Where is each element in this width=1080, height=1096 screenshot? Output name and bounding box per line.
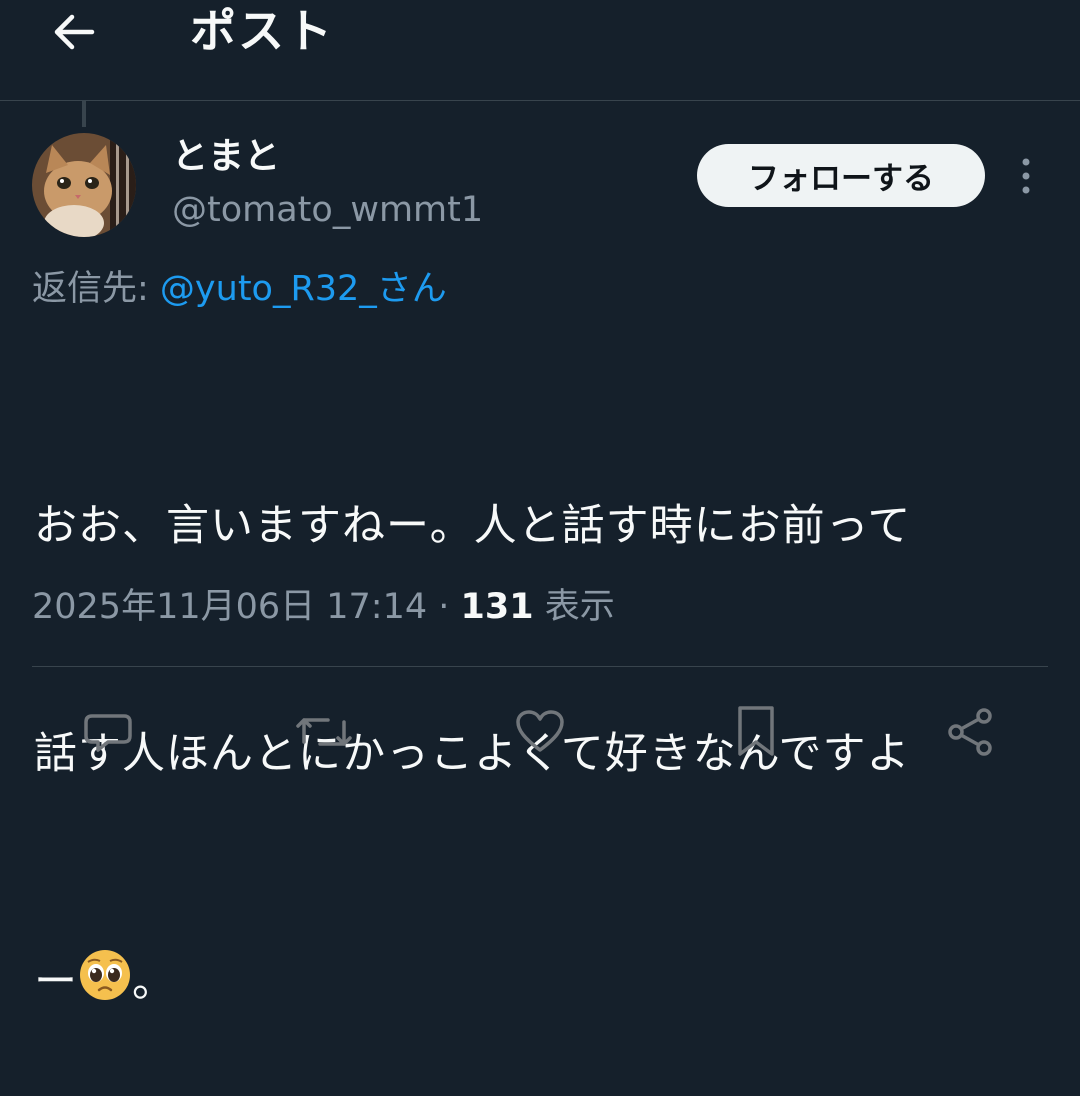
bookmark-icon xyxy=(738,706,774,756)
back-button[interactable] xyxy=(46,8,102,56)
mention-link[interactable]: @yuto_R32_さん xyxy=(160,269,447,309)
tweet-text-period: 。 xyxy=(132,957,176,1007)
follow-button[interactable]: フォローする xyxy=(697,144,985,207)
replying-to-prefix: 返信先: xyxy=(32,269,160,309)
thread-connector-line xyxy=(82,101,86,127)
tweet-meta: 2025年11月06日 17:14 · 131 表示 xyxy=(32,584,615,630)
reply-icon xyxy=(84,714,132,752)
top-bar: ポスト xyxy=(0,0,1080,101)
tweet-text-line: おお、言いますねー。人と話す時にお前って xyxy=(34,501,912,551)
user-display-name[interactable]: とまと xyxy=(172,134,280,180)
meta-separator: · xyxy=(427,587,461,627)
pleading-face-emoji-icon xyxy=(80,950,130,1000)
timestamp[interactable]: 2025年11月06日 17:14 xyxy=(32,587,427,627)
tweet-text-line: ー 。 xyxy=(34,944,1044,1020)
cat-avatar-icon xyxy=(32,133,136,237)
retweet-button[interactable] xyxy=(288,690,360,774)
like-icon xyxy=(516,710,564,752)
replying-to-line: 返信先: @yuto_R32_さん xyxy=(32,266,447,312)
share-icon xyxy=(948,708,992,756)
more-options-button[interactable] xyxy=(1008,152,1044,200)
arrow-left-icon xyxy=(54,14,95,50)
more-vertical-icon xyxy=(1022,158,1030,194)
views-label: 表示 xyxy=(533,587,615,627)
user-handle[interactable]: @tomato_wmmt1 xyxy=(172,188,483,232)
page-title: ポスト xyxy=(190,4,334,58)
bookmark-button[interactable] xyxy=(720,690,792,774)
share-button[interactable] xyxy=(934,690,1006,774)
views-count[interactable]: 131 xyxy=(461,587,534,627)
retweet-icon xyxy=(296,718,352,746)
like-button[interactable] xyxy=(504,690,576,774)
action-bar xyxy=(0,690,1080,774)
reply-button[interactable] xyxy=(72,690,144,774)
tweet-text-dash: ー xyxy=(34,957,78,1007)
divider xyxy=(32,666,1048,667)
avatar[interactable] xyxy=(32,133,136,237)
